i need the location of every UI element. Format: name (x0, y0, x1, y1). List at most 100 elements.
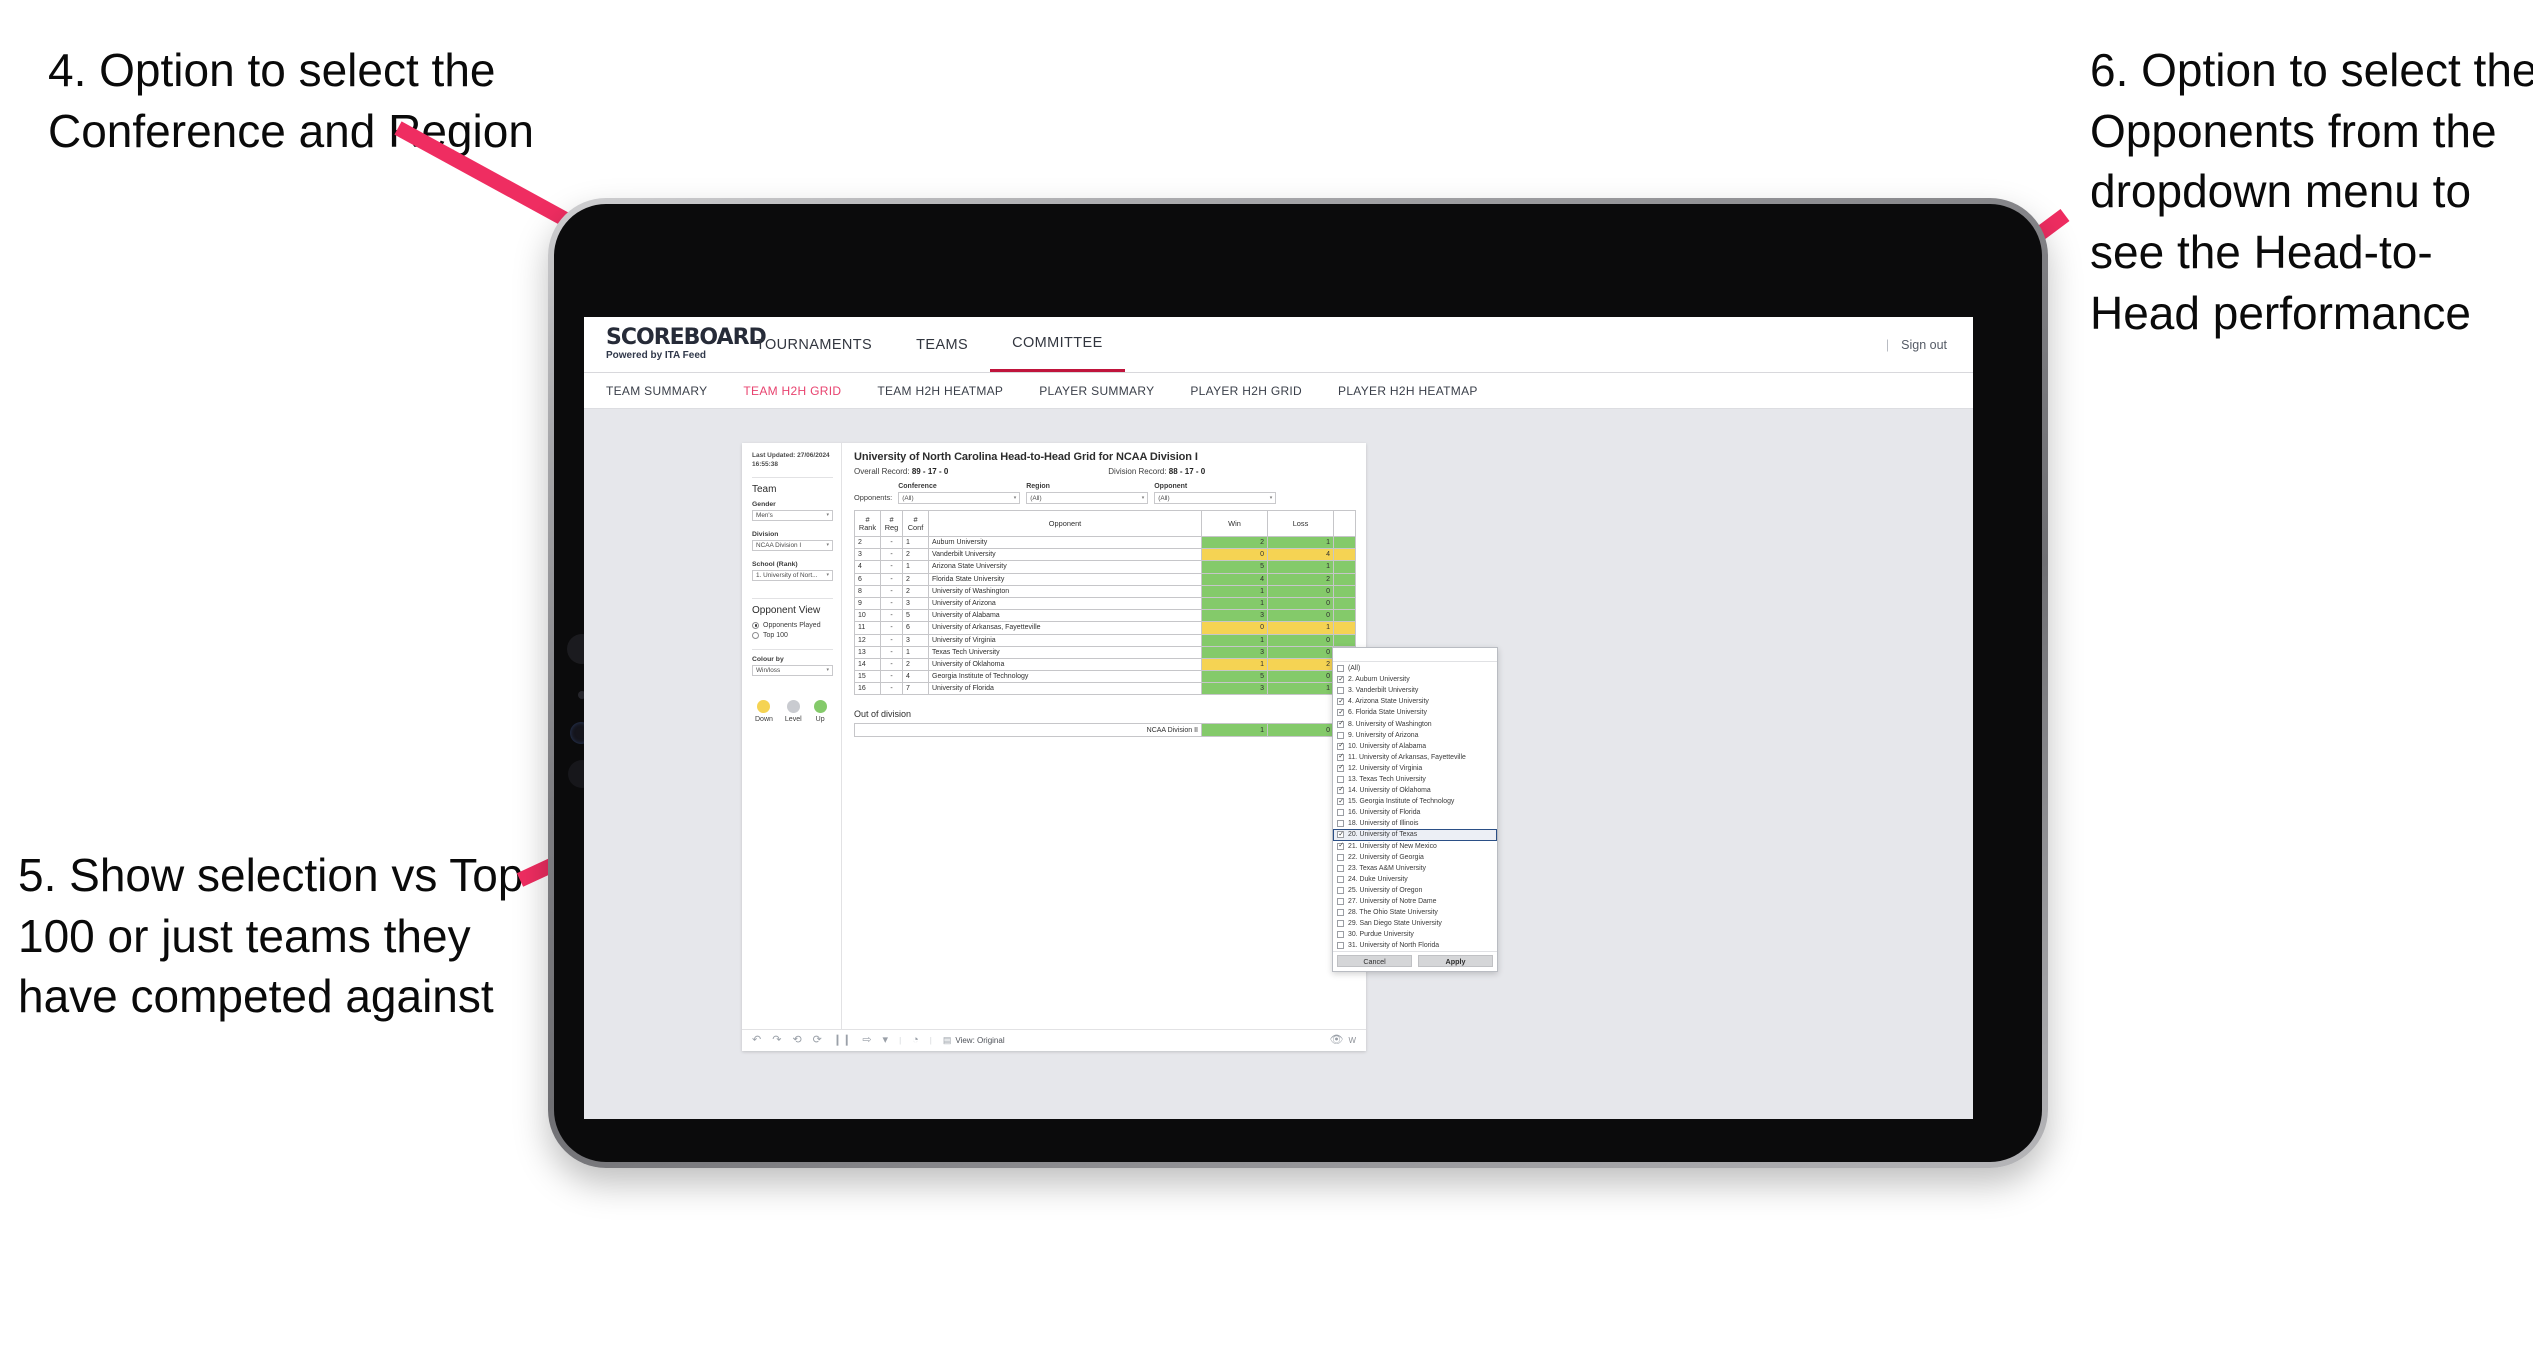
opponent-option[interactable]: (All) (1333, 663, 1497, 674)
table-row[interactable]: 15-4 Georgia Institute of Technology 5 0 (854, 670, 1356, 684)
colour-by-select[interactable]: Win/loss ▾ (752, 664, 833, 676)
checkbox-icon[interactable] (1337, 853, 1344, 861)
table-row[interactable]: 11-6 University of Arkansas, Fayetteville… (854, 621, 1356, 635)
view-original-button[interactable]: ▤ View: Original (943, 1036, 1005, 1046)
opponent-option[interactable]: 23. Texas A&M University (1333, 863, 1497, 874)
tab-player-h2h-heatmap[interactable]: PLAYER H2H HEATMAP (1338, 384, 1478, 398)
table-row[interactable]: 2-1 Auburn University 2 1 (854, 535, 1356, 550)
opponent-option[interactable]: 12. University of Virginia (1333, 763, 1497, 774)
opponent-option[interactable]: 16. University of Florida (1333, 807, 1497, 818)
checkbox-icon[interactable] (1337, 676, 1344, 684)
checkbox-icon[interactable] (1337, 665, 1344, 673)
opponent-option[interactable]: 13. Texas Tech University (1333, 774, 1497, 785)
radio-opponents-played[interactable]: Opponents Played (752, 621, 833, 629)
undo-icon[interactable]: ↶ (752, 1035, 761, 1046)
checkbox-icon[interactable] (1337, 709, 1344, 717)
opponent-option[interactable]: 15. Georgia Institute of Technology (1333, 796, 1497, 807)
opponent-option[interactable]: 4. Arizona State University (1333, 696, 1497, 707)
col-conf[interactable]: # Conf (902, 510, 929, 537)
checkbox-icon[interactable] (1337, 809, 1344, 817)
conference-select[interactable]: (All) ▾ (898, 492, 1021, 504)
refresh-data-icon[interactable]: ⟳ (813, 1035, 822, 1046)
nav-item-teams[interactable]: TEAMS (894, 317, 990, 372)
opponent-option[interactable]: 10. University of Alabama (1333, 741, 1497, 752)
pause-updates-icon[interactable]: ❙❙ (833, 1035, 851, 1046)
opponent-option[interactable]: 18. University of Illinois (1333, 818, 1497, 829)
table-row[interactable]: 16-7 University of Florida 3 1 (854, 682, 1356, 696)
opponent-dropdown-list[interactable]: (All) 2. Auburn University 3. Vanderbilt U… (1333, 662, 1497, 951)
opponent-dropdown-search-input[interactable] (1333, 648, 1497, 662)
tab-player-h2h-grid[interactable]: PLAYER H2H GRID (1190, 384, 1302, 398)
col-rank[interactable]: # Rank (854, 510, 881, 537)
checkbox-icon[interactable] (1337, 898, 1344, 906)
opponent-option[interactable]: 24. Duke University (1333, 874, 1497, 885)
checkbox-icon[interactable] (1337, 753, 1344, 761)
opponent-option[interactable]: 22. University of Georgia (1333, 852, 1497, 863)
table-row[interactable]: 8-2 University of Washington 1 0 (854, 584, 1356, 598)
checkbox-icon[interactable] (1337, 909, 1344, 917)
checkbox-icon[interactable] (1337, 820, 1344, 828)
col-opponent[interactable]: Opponent (928, 510, 1202, 537)
tab-team-h2h-grid[interactable]: TEAM H2H GRID (743, 384, 841, 398)
opponent-option[interactable]: 28. The Ohio State University (1333, 907, 1497, 918)
table-row[interactable]: 12-3 University of Virginia 1 0 (854, 633, 1356, 647)
checkbox-icon[interactable] (1337, 842, 1344, 850)
table-row[interactable]: 14-2 University of Oklahoma 1 2 (854, 657, 1356, 672)
checkbox-icon[interactable] (1337, 942, 1344, 950)
checkbox-icon[interactable] (1337, 731, 1344, 739)
gender-select[interactable]: Men's ▾ (752, 509, 833, 521)
radio-top-100[interactable]: Top 100 (752, 631, 833, 639)
table-row[interactable]: 9-3 University of Arizona 1 0 (854, 596, 1356, 611)
redo-icon[interactable]: ↷ (772, 1035, 781, 1046)
checkbox-icon[interactable] (1337, 831, 1344, 839)
sign-out-link[interactable]: Sign out (1901, 338, 1947, 352)
nav-item-committee[interactable]: COMMITTEE (990, 317, 1125, 372)
checkbox-icon[interactable] (1337, 886, 1344, 894)
opponent-option[interactable]: 2. Auburn University (1333, 674, 1497, 685)
share-icon[interactable]: ⇨ (862, 1035, 871, 1046)
checkbox-icon[interactable] (1337, 798, 1344, 806)
checkbox-icon[interactable] (1337, 720, 1344, 728)
checkbox-icon[interactable] (1337, 931, 1344, 939)
checkbox-icon[interactable] (1337, 920, 1344, 928)
col-reg[interactable]: # Reg (880, 510, 903, 537)
division-select[interactable]: NCAA Division I ▾ (752, 539, 833, 551)
opponent-option[interactable]: 11. University of Arkansas, Fayetteville (1333, 752, 1497, 763)
table-row[interactable]: 13-1 Texas Tech University 3 0 (854, 645, 1356, 659)
opponent-option[interactable]: 30. Purdue University (1333, 929, 1497, 940)
opponent-option[interactable]: 27. University of Notre Dame (1333, 896, 1497, 907)
cancel-button[interactable]: Cancel (1337, 955, 1412, 968)
opponent-option[interactable]: 29. San Diego State University (1333, 918, 1497, 929)
revert-icon[interactable]: ⟲ (792, 1035, 801, 1046)
table-row[interactable]: 10-5 University of Alabama 3 0 (854, 609, 1356, 623)
opponent-option[interactable]: 25. University of Oregon (1333, 885, 1497, 896)
tab-player-summary[interactable]: PLAYER SUMMARY (1039, 384, 1154, 398)
brand-logo[interactable]: SCOREBOARD Powered by ITA Feed (584, 327, 767, 361)
region-select[interactable]: (All) ▾ (1026, 492, 1149, 504)
checkbox-icon[interactable] (1337, 775, 1344, 783)
table-row[interactable]: 4-1 Arizona State University 5 1 (854, 560, 1356, 574)
opponent-option[interactable]: 14. University of Oklahoma (1333, 785, 1497, 796)
checkbox-icon[interactable] (1337, 875, 1344, 883)
checkbox-icon[interactable] (1337, 698, 1344, 706)
tab-team-summary[interactable]: TEAM SUMMARY (606, 384, 707, 398)
opponent-option[interactable]: 3. Vanderbilt University (1333, 685, 1497, 696)
table-row[interactable]: 3-2 Vanderbilt University 0 4 (854, 548, 1356, 562)
checkbox-icon[interactable] (1337, 742, 1344, 750)
school-rank-select[interactable]: 1. University of Nort... ▾ (752, 569, 833, 581)
apply-button[interactable]: Apply (1418, 955, 1493, 968)
history-icon[interactable]: ◔ (912, 1035, 919, 1046)
checkbox-icon[interactable] (1337, 864, 1344, 872)
checkbox-icon[interactable] (1337, 786, 1344, 795)
opponent-option[interactable]: 20. University of Texas (1333, 829, 1497, 841)
opponent-select[interactable]: (All) ▾ (1154, 492, 1277, 504)
col-loss[interactable]: Loss (1267, 510, 1334, 537)
tab-team-h2h-heatmap[interactable]: TEAM H2H HEATMAP (877, 384, 1003, 398)
checkbox-icon[interactable] (1337, 764, 1344, 772)
checkbox-icon[interactable] (1337, 687, 1344, 695)
chevron-down-icon[interactable]: ▾ (883, 1035, 889, 1046)
opponent-option[interactable]: 6. Florida State University (1333, 707, 1497, 718)
opponent-option[interactable]: 8. University of Washington (1333, 718, 1497, 729)
opponent-option[interactable]: 31. University of North Florida (1333, 940, 1497, 951)
nav-item-tournaments[interactable]: TOURNAMENTS (734, 317, 894, 372)
